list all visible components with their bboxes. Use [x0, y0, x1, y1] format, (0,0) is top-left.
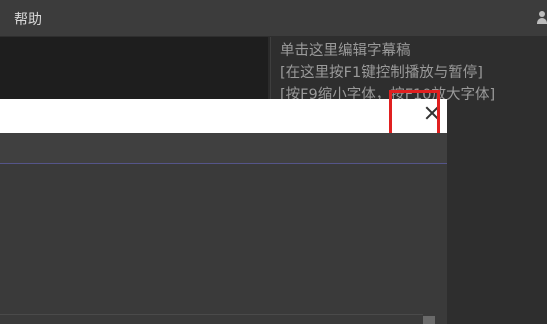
scrollbar-thumb[interactable]	[423, 316, 435, 324]
user-icon-body	[537, 18, 547, 24]
divider	[0, 314, 423, 315]
user-icon-head	[539, 11, 545, 17]
menu-item-help[interactable]: 帮助	[14, 9, 42, 29]
script-line: 单击这里编辑字幕稿	[280, 43, 411, 59]
script-line: [在这里按F1键控制播放与暂停]	[280, 65, 483, 81]
user-icon[interactable]	[537, 11, 547, 24]
dialog-header-strip	[0, 133, 447, 164]
dialog-body	[0, 164, 447, 324]
dialog-title-bar	[0, 99, 447, 133]
video-preview-area	[0, 37, 268, 99]
menu-bar: 帮助	[0, 0, 547, 37]
